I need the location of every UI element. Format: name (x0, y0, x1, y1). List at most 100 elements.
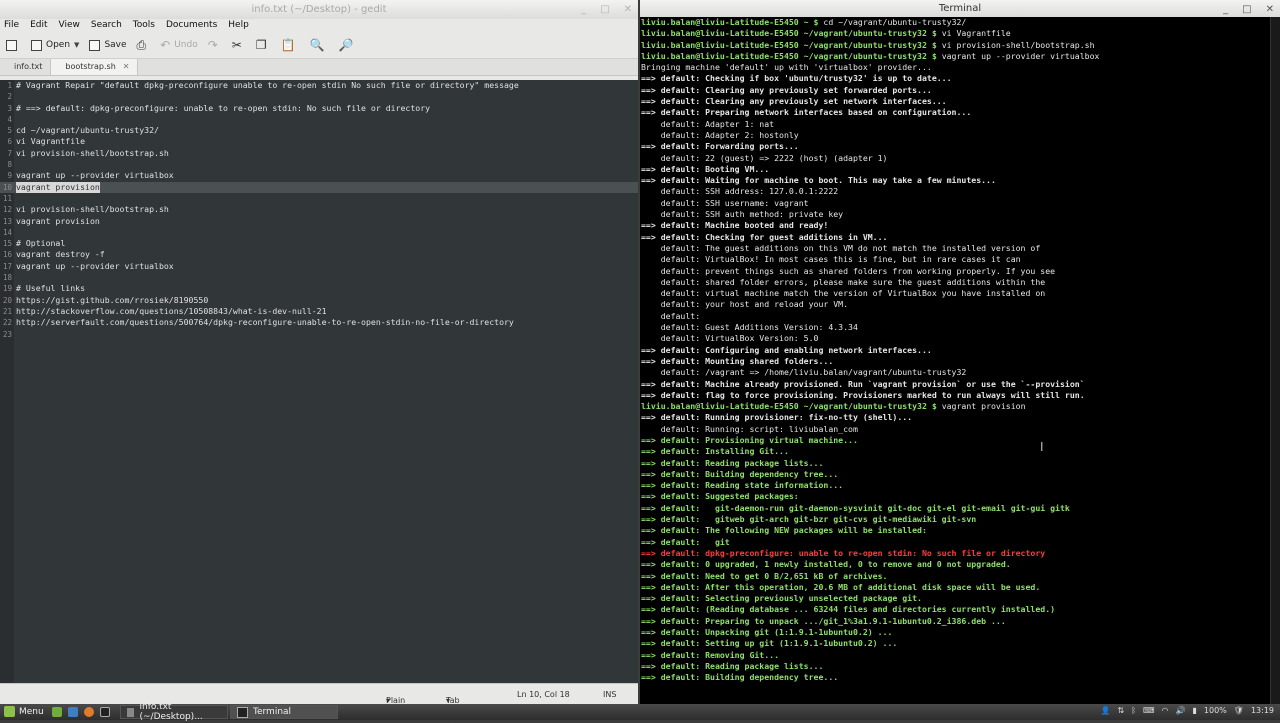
editor-line[interactable]: 12 vi provision-shell/bootstrap.sh (0, 204, 638, 215)
save-button[interactable]: Save (89, 39, 127, 51)
editor-line[interactable]: 21 http://stackoverflow.com/questions/105… (0, 306, 638, 317)
terminal-launcher-icon[interactable] (100, 707, 110, 717)
terminal-output[interactable]: liviu.balan@liviu-Latitude-E5450 ~ $ cd … (641, 17, 1270, 704)
output-text: default: Guest Additions Version: 4.3.34 (641, 322, 858, 333)
user-icon[interactable]: 👤 (1101, 706, 1111, 715)
line-number: 17 (2, 261, 12, 271)
editor-line[interactable]: 2 (0, 91, 638, 102)
output-text: ==> default: Clearing any previously set… (641, 84, 932, 95)
editor-line[interactable]: 18 (0, 272, 638, 283)
terminal-line: liviu.balan@liviu-Latitude-E5450 ~ $ cd … (641, 17, 1270, 28)
editor-line[interactable]: 9 vagrant up --provider virtualbox (0, 170, 638, 181)
redo-button[interactable]: ↷ (208, 38, 222, 52)
close-icon[interactable]: ✕ (1266, 1, 1274, 18)
tab-info-txt[interactable]: info.txt (0, 59, 50, 75)
close-tab-icon[interactable]: ✕ (123, 59, 130, 75)
output-text: ==> default: Checking if box 'ubuntu/tru… (641, 73, 952, 84)
output-text: default: VirtualBox! In most cases this … (641, 254, 1021, 265)
show-desktop-icon[interactable] (52, 707, 62, 717)
network-icon[interactable]: ⇅ (1117, 706, 1124, 715)
copy-button[interactable]: ❐ (256, 38, 271, 52)
editor-line[interactable]: 1 # Vagrant Repair "default dpkg-preconfi… (0, 80, 638, 91)
menu-view[interactable]: View (59, 19, 80, 32)
battery-icon[interactable]: ▮ (1193, 706, 1197, 715)
terminal-titlebar[interactable]: Terminal _ □ ✕ (640, 0, 1280, 17)
menu-documents[interactable]: Documents (166, 19, 217, 32)
minimize-icon[interactable]: _ (1223, 1, 1228, 18)
menu-file[interactable]: File (4, 19, 19, 32)
gedit-menubar: File Edit View Search Tools Documents He… (0, 19, 638, 32)
menu-button[interactable]: Menu (4, 706, 44, 717)
editor-line[interactable]: 17 vagrant up --provider virtualbox (0, 261, 638, 272)
command-text: vagrant up --provider virtualbox (941, 50, 1100, 61)
new-button[interactable] (6, 39, 21, 51)
editor-line[interactable]: 8 (0, 159, 638, 170)
editor-line[interactable]: 10 vagrant provision (0, 181, 638, 193)
chevron-down-icon[interactable]: ▼ (74, 41, 79, 49)
menu-edit[interactable]: Edit (30, 19, 47, 32)
task-terminal[interactable]: Terminal (230, 705, 338, 719)
update-icon[interactable]: 🛡 (1234, 706, 1244, 715)
menu-search[interactable]: Search (91, 19, 122, 32)
volume-icon[interactable]: 🔊 (1176, 706, 1186, 715)
clock[interactable]: 13:19 (1251, 706, 1274, 715)
line-number: 12 (2, 205, 12, 215)
terminal-line: ==> default: dpkg-preconfigure: unable t… (641, 548, 1270, 559)
mint-logo-icon (4, 706, 15, 717)
editor-line[interactable]: 5 cd ~/vagrant/ubuntu-trusty32/ (0, 125, 638, 136)
prompt-directory: ~/vagrant/ubuntu-trusty32 $ (798, 39, 942, 50)
editor-line[interactable]: 16 vagrant destroy -f (0, 249, 638, 260)
output-text: ==> default: Installing Git... (641, 446, 789, 457)
menu-tools[interactable]: Tools (133, 19, 155, 32)
line-number: 14 (2, 227, 12, 237)
editor-line[interactable]: 19 # Useful links (0, 283, 638, 294)
wifi-icon[interactable]: ◠ (1162, 706, 1169, 715)
terminal-line: ==> default: flag to force provisioning.… (641, 390, 1270, 401)
minimize-icon[interactable]: _ (581, 0, 586, 19)
editor-line[interactable]: 4 (0, 114, 638, 125)
text-editor[interactable]: 1 # Vagrant Repair "default dpkg-preconfi… (0, 80, 638, 683)
find-button[interactable]: 🔍 (310, 38, 329, 52)
line-text: # Vagrant Repair "default dpkg-preconfig… (16, 80, 519, 90)
terminal-scrollbar[interactable] (1270, 17, 1280, 704)
output-text: default: 22 (guest) => 2222 (host) (adap… (641, 152, 888, 163)
paste-button[interactable]: 📋 (281, 38, 300, 52)
terminal-line: default: Adapter 1: nat (641, 119, 1270, 130)
editor-line[interactable]: 23 (0, 329, 638, 340)
maximize-icon[interactable]: □ (600, 0, 609, 19)
task-gedit[interactable]: info.txt (~/Desktop)... (120, 702, 228, 722)
editor-line[interactable]: 14 (0, 227, 638, 238)
command-text: vi provision-shell/bootstrap.sh (941, 39, 1095, 50)
tab-bootstrap-sh[interactable]: bootstrap.sh ✕ (50, 59, 139, 75)
firefox-icon[interactable] (84, 707, 94, 717)
bluetooth-icon[interactable]: ᛒ (1131, 706, 1136, 715)
terminal-window: Terminal _ □ ✕ liviu.balan@liviu-Latitud… (640, 0, 1280, 704)
editor-line[interactable]: 22 http://serverfault.com/questions/50076… (0, 317, 638, 328)
gedit-titlebar[interactable]: info.txt (~/Desktop) - gedit _ □ ✕ (0, 0, 638, 19)
menu-help[interactable]: Help (228, 19, 249, 32)
editor-line[interactable]: 3 # ==> default: dpkg-preconfigure: unabl… (0, 103, 638, 114)
editor-line[interactable]: 7 vi provision-shell/bootstrap.sh (0, 148, 638, 159)
cut-button[interactable]: ✂ (232, 38, 246, 52)
editor-line[interactable]: 13 vagrant provision (0, 216, 638, 227)
editor-line[interactable]: 15 # Optional (0, 238, 638, 249)
undo-label: Undo (174, 40, 198, 50)
open-button[interactable]: Open ▼ (31, 39, 79, 51)
maximize-icon[interactable]: □ (1242, 1, 1251, 18)
output-text: default: VirtualBox Version: 5.0 (641, 333, 819, 344)
replace-button[interactable]: 🔎 (339, 38, 358, 52)
output-text: ==> default: Reading package lists... (641, 457, 824, 468)
editor-line[interactable]: 11 (0, 193, 638, 204)
editor-line[interactable]: 6 vi Vagrantfile (0, 136, 638, 147)
print-button[interactable]: ⎙ (137, 38, 151, 53)
save-icon (89, 39, 101, 51)
terminal-line: ==> default: Removing Git... (641, 650, 1270, 661)
files-icon[interactable] (68, 707, 78, 717)
gedit-window: info.txt (~/Desktop) - gedit _ □ ✕ File … (0, 0, 638, 723)
editor-line[interactable]: 20 https://gist.github.com/rrosiek/819055… (0, 295, 638, 306)
close-icon[interactable]: ✕ (624, 0, 632, 19)
keyboard-icon[interactable]: ⌨ (1143, 706, 1155, 715)
line-number: 9 (7, 171, 12, 181)
undo-button[interactable]: ↶ Undo (160, 38, 198, 52)
terminal-line: default: /vagrant => /home/liviu.balan/v… (641, 367, 1270, 378)
